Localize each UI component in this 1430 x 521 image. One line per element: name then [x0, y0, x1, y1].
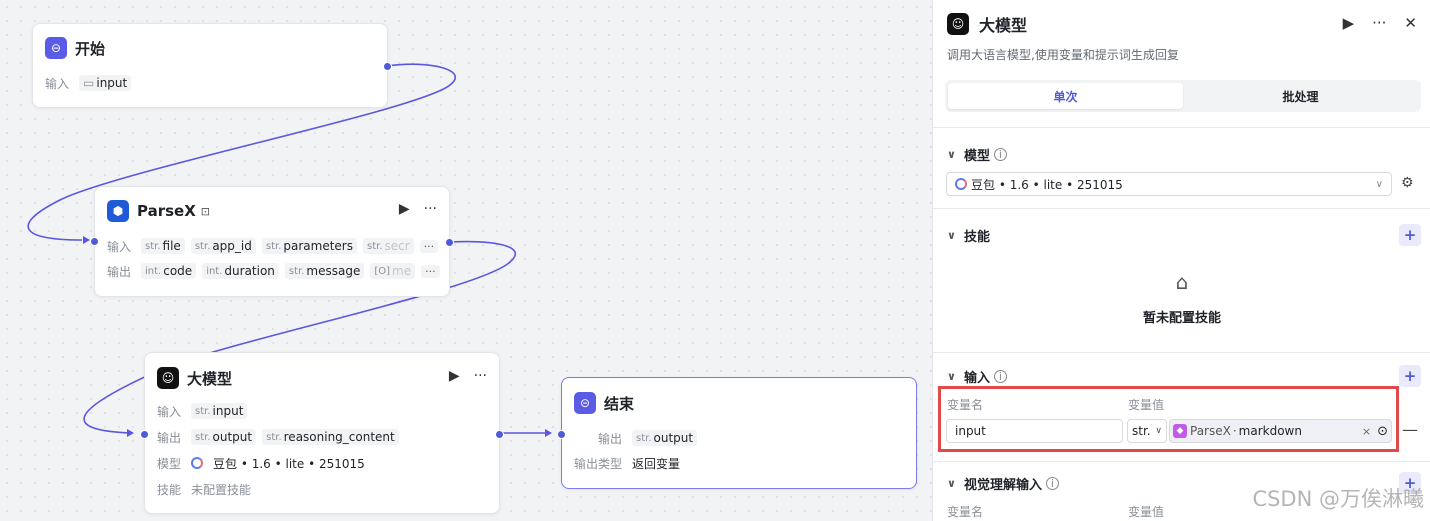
llm-model-label: 模型 — [157, 456, 182, 471]
start-node[interactable]: ⊖ 开始 输入 ▭ input — [32, 23, 392, 108]
llm-node-title: 大模型 — [187, 369, 233, 388]
parsex-logo-icon: ⬢ — [107, 200, 129, 222]
vision-section-title: 视觉理解输入 — [963, 477, 1042, 493]
input-section-title: 输入 — [963, 370, 990, 386]
start-input-value: input — [96, 76, 128, 90]
start-output-port[interactable] — [383, 62, 392, 71]
llm-skill-label: 技能 — [157, 482, 182, 497]
folder-icon: ▭ — [83, 76, 95, 90]
llm-logo-icon: ☺ — [157, 367, 179, 389]
run-icon[interactable]: ▶ — [1343, 14, 1355, 32]
col-variable-value: 变量值 — [1128, 505, 1165, 519]
end-icon: ⊝ — [574, 392, 596, 414]
more-icon[interactable]: ··· — [474, 368, 487, 384]
divider — [933, 127, 1430, 128]
close-icon[interactable]: ✕ — [1404, 14, 1417, 32]
end-node[interactable]: ⊝ 结束 输出 str. output 输出类型 返回变量 — [557, 377, 917, 489]
end-output-type-value: 返回变量 — [632, 456, 681, 471]
workflow-canvas[interactable]: ⊖ 开始 输入 ▭ input ⬢ ParseX ⊡ ▶ ··· 输入 str. f… — [0, 0, 932, 521]
chevron-down-icon: ∨ — [947, 476, 956, 490]
model-section-header[interactable]: ∨ 模型 i — [947, 143, 1421, 165]
llm-skill-value: 未配置技能 — [191, 482, 252, 497]
parsex-node-title: ParseX — [137, 202, 196, 220]
settings-gear-icon[interactable]: ⚙ — [1401, 175, 1414, 191]
more-icon[interactable]: ··· — [1372, 14, 1386, 32]
end-output-type-label: 输出类型 — [574, 456, 623, 471]
chevron-down-icon: ∨ — [1375, 178, 1383, 190]
arrowhead-llm — [127, 429, 134, 437]
panel-title: 大模型 — [979, 16, 1028, 35]
llm-output-tag: str. output — [191, 429, 257, 445]
add-skill-button[interactable]: + — [1399, 224, 1421, 246]
llm-output-label: 输出 — [157, 430, 182, 445]
arrowhead-end — [545, 429, 552, 437]
end-output-tag: str. output — [632, 430, 698, 446]
info-icon: i — [1045, 476, 1059, 490]
parsex-input-port[interactable] — [90, 237, 99, 246]
model-section-title: 模型 — [963, 148, 990, 164]
parsex-input-tag: str. parameters — [261, 238, 357, 254]
end-output-label: 输出 — [598, 431, 623, 446]
doubao-icon — [191, 457, 204, 469]
start-input-label: 输入 — [45, 76, 70, 91]
divider — [933, 208, 1430, 209]
more-icon[interactable]: ··· — [424, 201, 437, 217]
node-config-panel: ☺ 大模型 ▶ ··· ✕ 调用大语言模型,使用变量和提示词生成回复 单次 批处… — [932, 0, 1430, 521]
llm-logo-icon: ☺ — [947, 13, 969, 35]
parsex-node[interactable]: ⬢ ParseX ⊡ ▶ ··· 输入 str. file str. app_id … — [90, 186, 454, 297]
model-select[interactable]: 豆包 • 1.6 • lite • 251015 ∨ — [946, 172, 1392, 196]
panel-description: 调用大语言模型,使用变量和提示词生成回复 — [947, 48, 1179, 62]
parsex-output-port[interactable] — [445, 238, 454, 247]
tab-single[interactable]: 单次 — [948, 83, 1183, 109]
parsex-output-tag: int. code — [141, 263, 197, 279]
start-input-tag: ▭ input — [79, 75, 132, 91]
parsex-output-tag: str. message — [284, 263, 365, 279]
highlight-box — [938, 386, 1399, 452]
arrowhead-parsex — [83, 236, 90, 244]
skills-section-title: 技能 — [963, 229, 990, 245]
remove-row-icon[interactable]: — — [1402, 420, 1418, 439]
divider — [933, 352, 1430, 353]
parsex-input-label: 输入 — [107, 239, 132, 254]
run-icon[interactable]: ▶ — [449, 368, 460, 384]
skills-section-header[interactable]: ∨ 技能 + — [947, 224, 1421, 246]
chevron-down-icon: ∨ — [947, 369, 956, 383]
run-icon[interactable]: ▶ — [399, 201, 410, 217]
end-input-port[interactable] — [557, 430, 566, 439]
doubao-icon — [955, 178, 967, 190]
llm-input-tag: str. input — [191, 403, 248, 419]
skills-empty-text: 暂未配置技能 — [1142, 311, 1221, 326]
end-node-title: 结束 — [604, 394, 635, 413]
parsex-output-more[interactable]: ··· — [421, 264, 440, 278]
col-variable-name: 变量名 — [947, 505, 984, 519]
model-select-value: 豆包 • 1.6 • lite • 251015 — [971, 177, 1123, 192]
add-input-button[interactable]: + — [1399, 365, 1421, 387]
info-icon: i — [993, 147, 1007, 161]
parsex-output-label: 输出 — [107, 264, 132, 279]
info-icon: i — [993, 369, 1007, 383]
llm-input-port[interactable] — [140, 430, 149, 439]
parsex-input-tag: str. secr — [363, 238, 414, 254]
plugin-icon: ⊡ — [200, 204, 210, 218]
start-node-title: 开始 — [75, 39, 106, 58]
llm-model-value: 豆包 • 1.6 • lite • 251015 — [213, 456, 365, 471]
parsex-input-more[interactable]: ··· — [419, 239, 439, 253]
chevron-down-icon: ∨ — [947, 147, 956, 161]
watermark: CSDN @万俟淋曦 — [1252, 487, 1424, 511]
input-section-header[interactable]: ∨ 输入 i + — [947, 365, 1421, 387]
llm-input-label: 输入 — [157, 404, 182, 419]
llm-output-port[interactable] — [495, 430, 504, 439]
llm-output-tag: str. reasoning_content — [262, 429, 399, 445]
parsex-output-tag: int. duration — [202, 263, 279, 279]
tab-batch[interactable]: 批处理 — [1183, 83, 1418, 109]
empty-box-icon: ⌂ — [1175, 270, 1189, 294]
llm-node[interactable]: ☺ 大模型 ▶ ··· 输入 str. input 输出 str. output s… — [140, 352, 504, 514]
parsex-output-tag: [O] me — [370, 263, 416, 279]
divider — [933, 461, 1430, 462]
start-icon: ⊖ — [45, 37, 67, 59]
chevron-down-icon: ∨ — [947, 228, 956, 242]
parsex-input-tag: str. file — [141, 238, 185, 254]
mode-tabs: 单次 批处理 — [945, 80, 1421, 112]
parsex-input-tag: str. app_id — [190, 238, 256, 254]
